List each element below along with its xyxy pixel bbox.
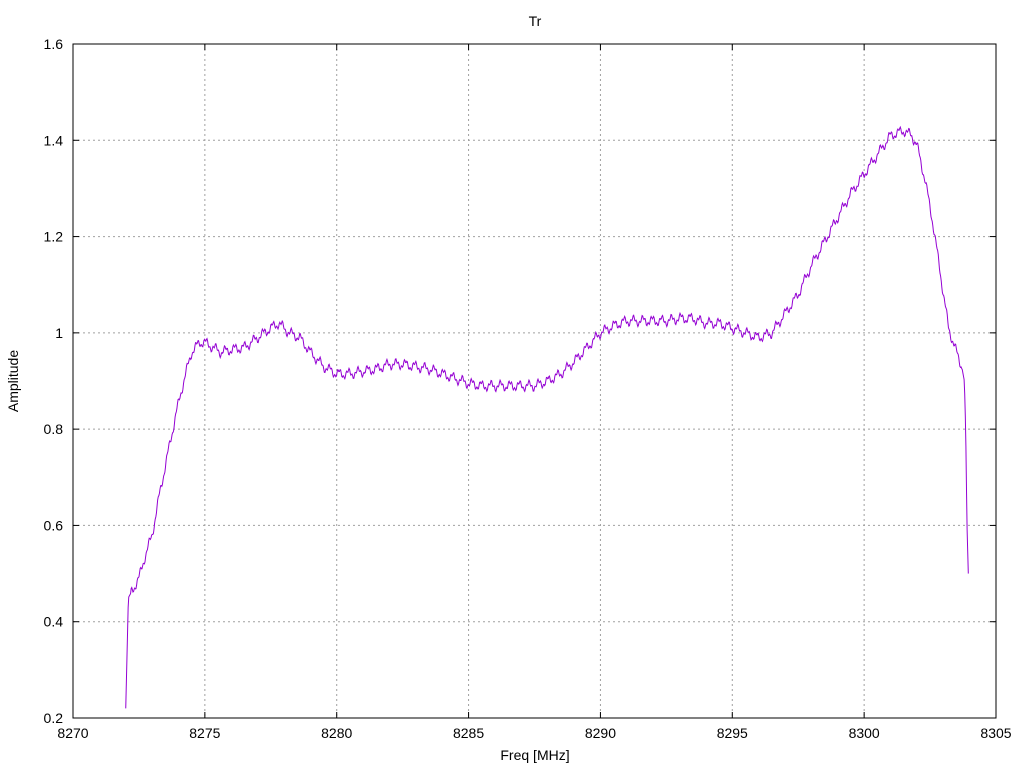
x-tick-label: 8295 xyxy=(717,725,748,741)
x-tick-label: 8300 xyxy=(849,725,880,741)
x-tick-label: 8285 xyxy=(453,725,484,741)
y-tick-label: 0.6 xyxy=(44,517,64,533)
x-axis-label: Freq [MHz] xyxy=(500,747,569,763)
x-tick-label: 8305 xyxy=(980,725,1011,741)
y-tick-label: 1.6 xyxy=(44,36,64,52)
chart: 8270 8275 8280 8285 8290 8295 8300 8305 0.2 0.4 0… xyxy=(0,0,1024,768)
y-tick-label: 1.4 xyxy=(44,132,64,148)
y-tick-label: 0.8 xyxy=(44,421,64,437)
y-tick-label: 1.2 xyxy=(44,229,64,245)
y-tick-label: 1 xyxy=(55,325,63,341)
chart-title: Tr xyxy=(529,13,542,29)
x-tick-label: 8275 xyxy=(189,725,220,741)
x-tick-label: 8290 xyxy=(585,725,616,741)
y-tick-label: 0.2 xyxy=(44,710,64,726)
x-tick-label: 8270 xyxy=(57,725,88,741)
x-tick-label: 8280 xyxy=(321,725,352,741)
y-tick-label: 0.4 xyxy=(44,614,64,630)
y-axis-label: Amplitude xyxy=(5,350,21,412)
